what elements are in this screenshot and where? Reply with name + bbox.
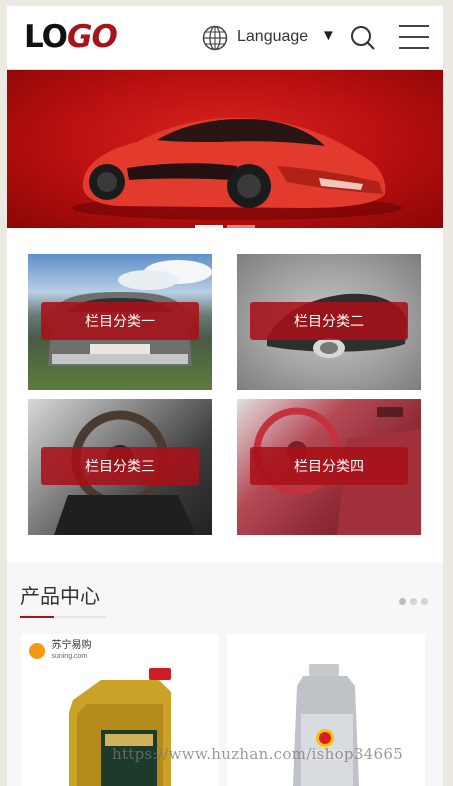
products-dot-2[interactable]	[410, 598, 417, 605]
category-3-label: 栏目分类三	[41, 447, 199, 485]
product-card-2[interactable]	[227, 634, 425, 786]
search-icon[interactable]	[349, 24, 377, 52]
product-card-1[interactable]: 苏宁易购 suning.com	[21, 634, 219, 786]
banner-dot-1[interactable]	[195, 225, 223, 228]
product-2-image	[293, 664, 359, 786]
category-1-label: 栏目分类一	[41, 302, 199, 340]
menu-icon[interactable]	[399, 25, 429, 51]
logo[interactable]: LOGO	[24, 19, 118, 55]
logo-part2: GO	[67, 19, 118, 55]
sports-car-image	[72, 117, 402, 220]
products-dot-3[interactable]	[421, 598, 428, 605]
category-4-label: 栏目分类四	[250, 447, 408, 485]
category-tile-4[interactable]: 栏目分类四	[237, 399, 421, 535]
watermark: https://www.huzhan.com/ishop34665	[112, 745, 404, 763]
banner-pagination	[195, 215, 259, 228]
category-2-label: 栏目分类二	[250, 302, 408, 340]
section-underline	[20, 616, 106, 618]
section-title: 产品中心	[20, 586, 100, 608]
category-tile-1[interactable]: 栏目分类一	[28, 254, 212, 390]
language-selector[interactable]: Language	[237, 27, 308, 47]
product-1-image	[69, 668, 171, 786]
page: LOGO Language ▼ 栏目分类一 栏目分类二 栏目分类三 栏目分类四 …	[7, 6, 443, 786]
products-pagination	[399, 592, 432, 610]
banner-dot-2[interactable]	[227, 225, 255, 228]
logo-part1: LO	[24, 19, 68, 55]
category-tile-2[interactable]: 栏目分类二	[237, 254, 421, 390]
hero-banner[interactable]	[7, 70, 443, 228]
chevron-down-icon[interactable]: ▼	[321, 26, 336, 46]
category-tile-3[interactable]: 栏目分类三	[28, 399, 212, 535]
products-dot-1[interactable]	[399, 598, 406, 605]
header: LOGO Language ▼	[7, 6, 443, 70]
globe-icon[interactable]	[202, 25, 228, 51]
